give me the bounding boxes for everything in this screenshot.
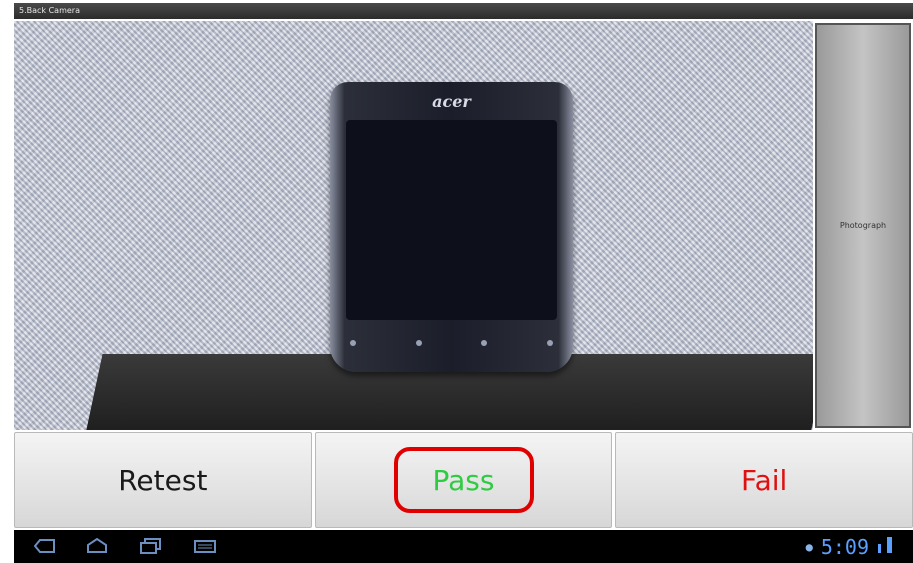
window-title: 5.Back Camera	[14, 3, 913, 19]
phone-brand-logo: acer	[432, 92, 471, 111]
pass-button[interactable]: Pass	[314, 432, 613, 528]
phone-in-preview: acer	[330, 82, 573, 372]
camera-side-panel: Photograph	[813, 21, 913, 430]
home-icon[interactable]	[86, 537, 108, 554]
fail-button[interactable]: Fail	[615, 432, 913, 528]
camera-preview: acer	[14, 21, 813, 430]
phone-key	[415, 340, 422, 346]
recent-apps-icon[interactable]	[140, 538, 162, 554]
clock: 5:09	[820, 534, 869, 559]
app-window: 5.Back Camera acer Photograph Retest Pas…	[0, 0, 913, 563]
fail-label: Fail	[741, 463, 788, 497]
phone-keys	[350, 340, 553, 352]
retest-button[interactable]: Retest	[14, 432, 312, 528]
status-area[interactable]: ● 5:09	[806, 534, 893, 559]
retest-label: Retest	[118, 463, 208, 497]
usb-icon: ●	[805, 539, 813, 554]
phone-key	[481, 340, 488, 346]
signal-battery-icon	[877, 535, 893, 559]
photograph-button[interactable]: Photograph	[815, 23, 911, 428]
phone-key	[546, 340, 553, 346]
phone-screen	[346, 120, 557, 320]
highlight-circle: Pass	[393, 447, 534, 513]
phone-key	[350, 340, 356, 346]
keyboard-icon[interactable]	[194, 538, 216, 554]
pass-label: Pass	[432, 463, 495, 497]
photograph-label: Photograph	[839, 221, 887, 230]
result-buttons: Retest Pass Fail	[14, 432, 913, 528]
back-icon[interactable]	[33, 538, 56, 554]
system-nav-bar: ● 5:09	[14, 530, 913, 563]
